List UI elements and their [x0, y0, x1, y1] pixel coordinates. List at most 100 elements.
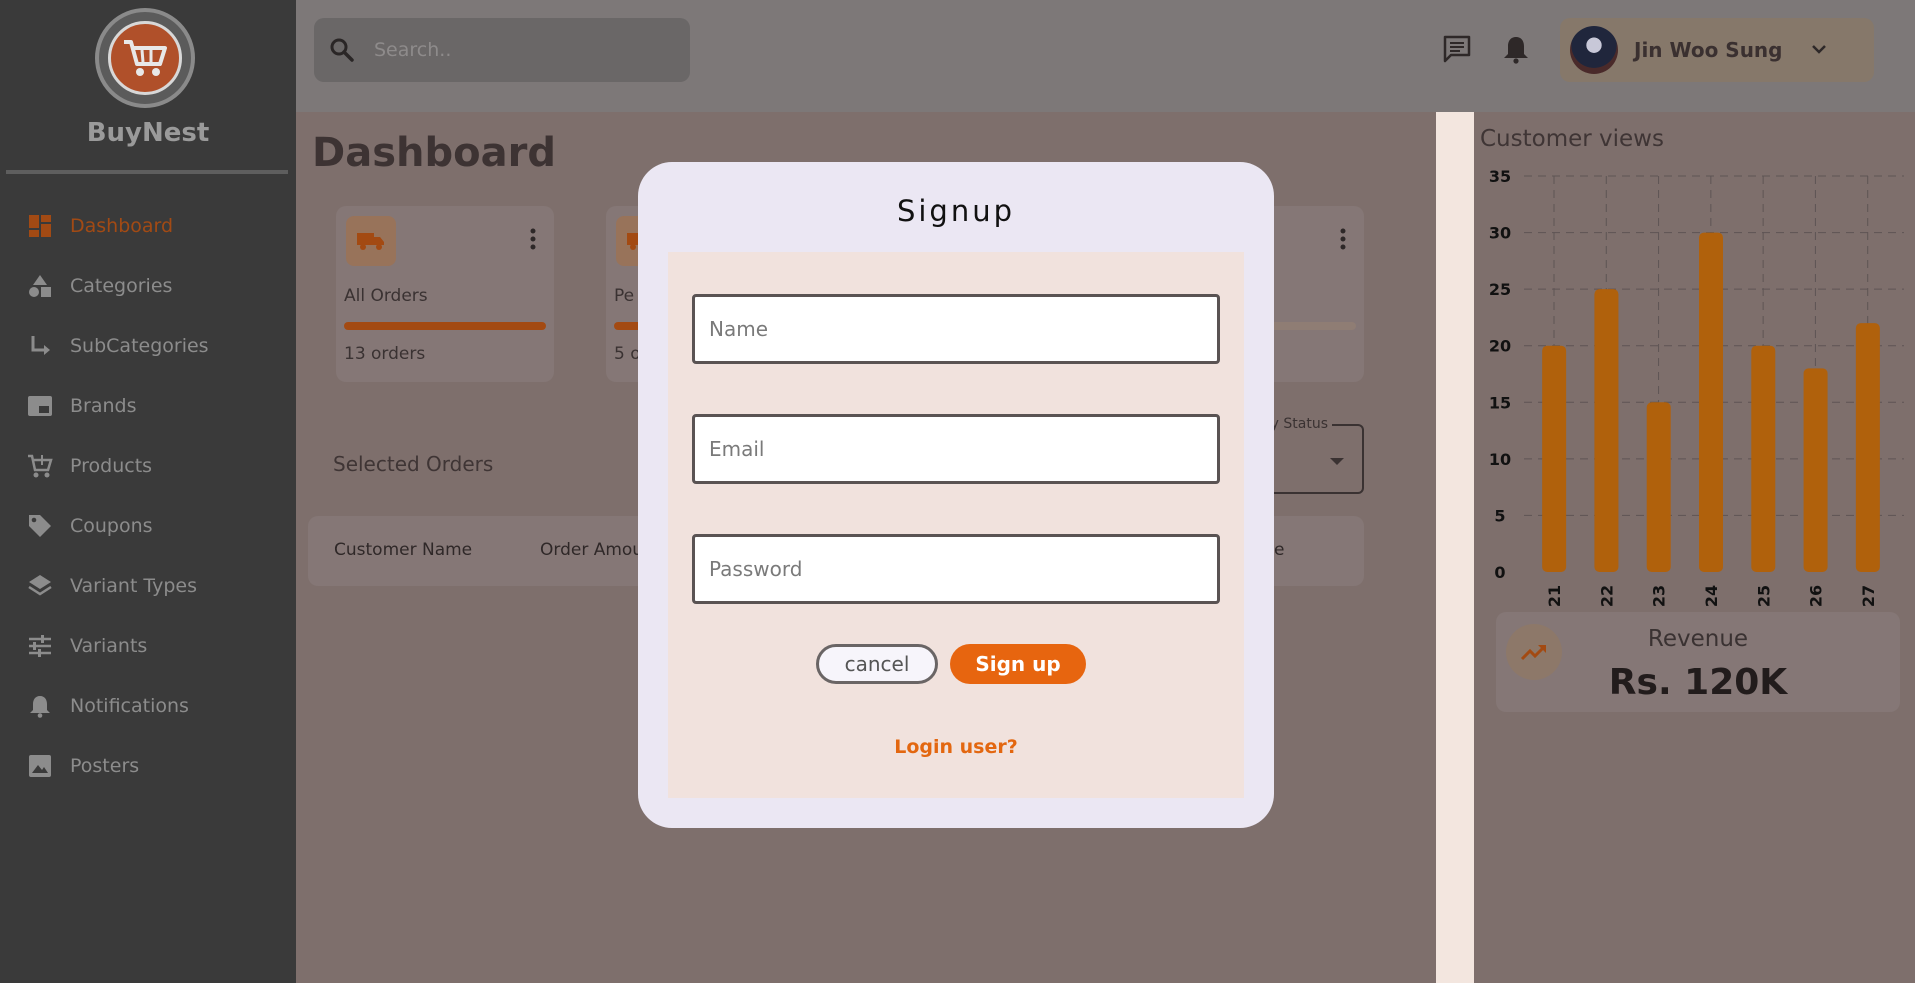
- order-card-all[interactable]: All Orders 13 orders: [336, 206, 554, 382]
- selected-orders-title: Selected Orders: [333, 452, 494, 476]
- dropdown-caret-icon: [1330, 458, 1344, 465]
- x-tick-label: 21: [1545, 585, 1564, 607]
- bar: [1699, 232, 1723, 573]
- revenue-card: Revenue Rs. 120K: [1496, 612, 1900, 712]
- card-label: All Orders: [344, 286, 428, 306]
- page-title: Dashboard: [312, 130, 556, 176]
- sidebar-item-label: Posters: [70, 755, 140, 777]
- sidebar-item-coupons[interactable]: Coupons: [0, 496, 296, 556]
- cancel-button[interactable]: cancel: [816, 644, 938, 684]
- more-vert-icon[interactable]: [1340, 228, 1346, 250]
- search-bar[interactable]: [314, 18, 690, 82]
- topbar: Jin Woo Sung: [296, 0, 1915, 112]
- card-count: 13 orders: [344, 344, 426, 364]
- sidebar-item-categories[interactable]: Categories: [0, 256, 296, 316]
- signup-button[interactable]: Sign up: [950, 644, 1086, 684]
- status-filter-label: y Status: [1266, 416, 1332, 432]
- more-vert-icon[interactable]: [530, 228, 536, 250]
- x-tick-label: 22: [1597, 585, 1616, 607]
- x-tick-label: 24: [1702, 585, 1721, 607]
- sidebar-item-brands[interactable]: Brands: [0, 376, 296, 436]
- y-tick-label: 0: [1494, 563, 1505, 582]
- layers-icon: [27, 573, 53, 599]
- email-input[interactable]: [709, 437, 1199, 461]
- sidebar-item-label: Categories: [70, 275, 173, 297]
- image-icon: [27, 753, 53, 779]
- sidebar-item-variant-types[interactable]: Variant Types: [0, 556, 296, 616]
- user-menu[interactable]: Jin Woo Sung: [1560, 18, 1874, 82]
- customer-views-title: Customer views: [1480, 126, 1664, 152]
- chevron-down-icon: [1808, 38, 1830, 60]
- shopping-basket-icon: [124, 40, 167, 76]
- sidebar-item-label: Coupons: [70, 515, 153, 537]
- bar: [1803, 368, 1828, 572]
- truck-icon: [346, 216, 396, 266]
- sidebar-item-variants[interactable]: Variants: [0, 616, 296, 676]
- brand-logo: [95, 8, 195, 108]
- sidebar: BuyNest Dashboard Categories SubCategori…: [0, 0, 296, 983]
- bar: [1855, 323, 1880, 572]
- name-field[interactable]: [692, 294, 1220, 364]
- column-header: Order Amou: [540, 540, 644, 560]
- right-panel: Customer views 0 5 10 15 20 25 30 35 21 22 23 24 25 2…: [1474, 112, 1915, 983]
- sidebar-item-posters[interactable]: Posters: [0, 736, 296, 796]
- brand-icon: [27, 393, 53, 419]
- column-header: Customer Name: [334, 540, 473, 560]
- x-tick-label: 27: [1859, 585, 1878, 607]
- bar: [1594, 289, 1619, 572]
- sidebar-item-label: Notifications: [70, 695, 189, 717]
- y-tick-label: 10: [1489, 450, 1511, 469]
- sidebar-item-label: Dashboard: [70, 215, 174, 237]
- bar: [1542, 345, 1567, 572]
- y-tick-label: 30: [1489, 224, 1511, 243]
- tag-icon: [27, 513, 53, 539]
- sidebar-item-label: SubCategories: [70, 335, 209, 357]
- sidebar-item-label: Products: [70, 455, 153, 477]
- y-tick-label: 20: [1489, 337, 1511, 356]
- password-input[interactable]: [709, 557, 1199, 581]
- sidebar-item-subcategories[interactable]: SubCategories: [0, 316, 296, 376]
- y-tick-label: 35: [1489, 167, 1511, 186]
- login-link[interactable]: Login user?: [668, 736, 1244, 758]
- sidebar-divider: [6, 170, 288, 174]
- email-field[interactable]: [692, 414, 1220, 484]
- x-tick-label: 26: [1807, 585, 1826, 607]
- revenue-label: Revenue: [1647, 626, 1749, 652]
- status-filter-select[interactable]: y Status: [1266, 416, 1364, 494]
- search-input[interactable]: [374, 39, 674, 61]
- y-tick-label: 5: [1494, 506, 1505, 525]
- cart-icon: [27, 453, 53, 479]
- brand-name: BuyNest: [86, 118, 210, 148]
- sidebar-item-label: Brands: [70, 395, 137, 417]
- chat-icon[interactable]: [1442, 34, 1472, 64]
- signup-form: cancel Sign up Login user?: [668, 252, 1244, 798]
- category-icon: [27, 273, 53, 299]
- y-tick-label: 25: [1489, 280, 1511, 299]
- search-icon: [328, 36, 356, 64]
- bar: [1751, 345, 1776, 572]
- dashboard-icon: [27, 213, 53, 239]
- bell-icon[interactable]: [1502, 34, 1532, 64]
- sidebar-item-notifications[interactable]: Notifications: [0, 676, 296, 736]
- sidebar-item-dashboard[interactable]: Dashboard: [0, 196, 296, 256]
- card-count: 5 o: [614, 344, 641, 364]
- y-tick-label: 15: [1489, 393, 1511, 412]
- x-tick-label: 23: [1650, 585, 1669, 607]
- dialog-title: Signup: [896, 194, 1016, 228]
- bell-icon: [27, 693, 53, 719]
- subdirectory-arrow-icon: [27, 333, 53, 359]
- password-field[interactable]: [692, 534, 1220, 604]
- customer-views-chart: 0 5 10 15 20 25 30 35 21 22 23 24 25 26 27: [1489, 167, 1904, 607]
- sidebar-nav: Dashboard Categories SubCategories Brand…: [0, 196, 296, 796]
- bar: [1646, 402, 1671, 572]
- revenue-value: Rs. 120K: [1608, 662, 1788, 703]
- card-label: Pe: [614, 286, 635, 306]
- x-tick-label: 25: [1754, 585, 1773, 607]
- name-input[interactable]: [709, 317, 1199, 341]
- sidebar-item-label: Variant Types: [70, 575, 197, 597]
- progress-bar: [344, 322, 546, 330]
- sidebar-item-products[interactable]: Products: [0, 436, 296, 496]
- user-name: Jin Woo Sung: [1634, 38, 1783, 62]
- sidebar-item-label: Variants: [70, 635, 148, 657]
- column-header: e: [1274, 540, 1285, 560]
